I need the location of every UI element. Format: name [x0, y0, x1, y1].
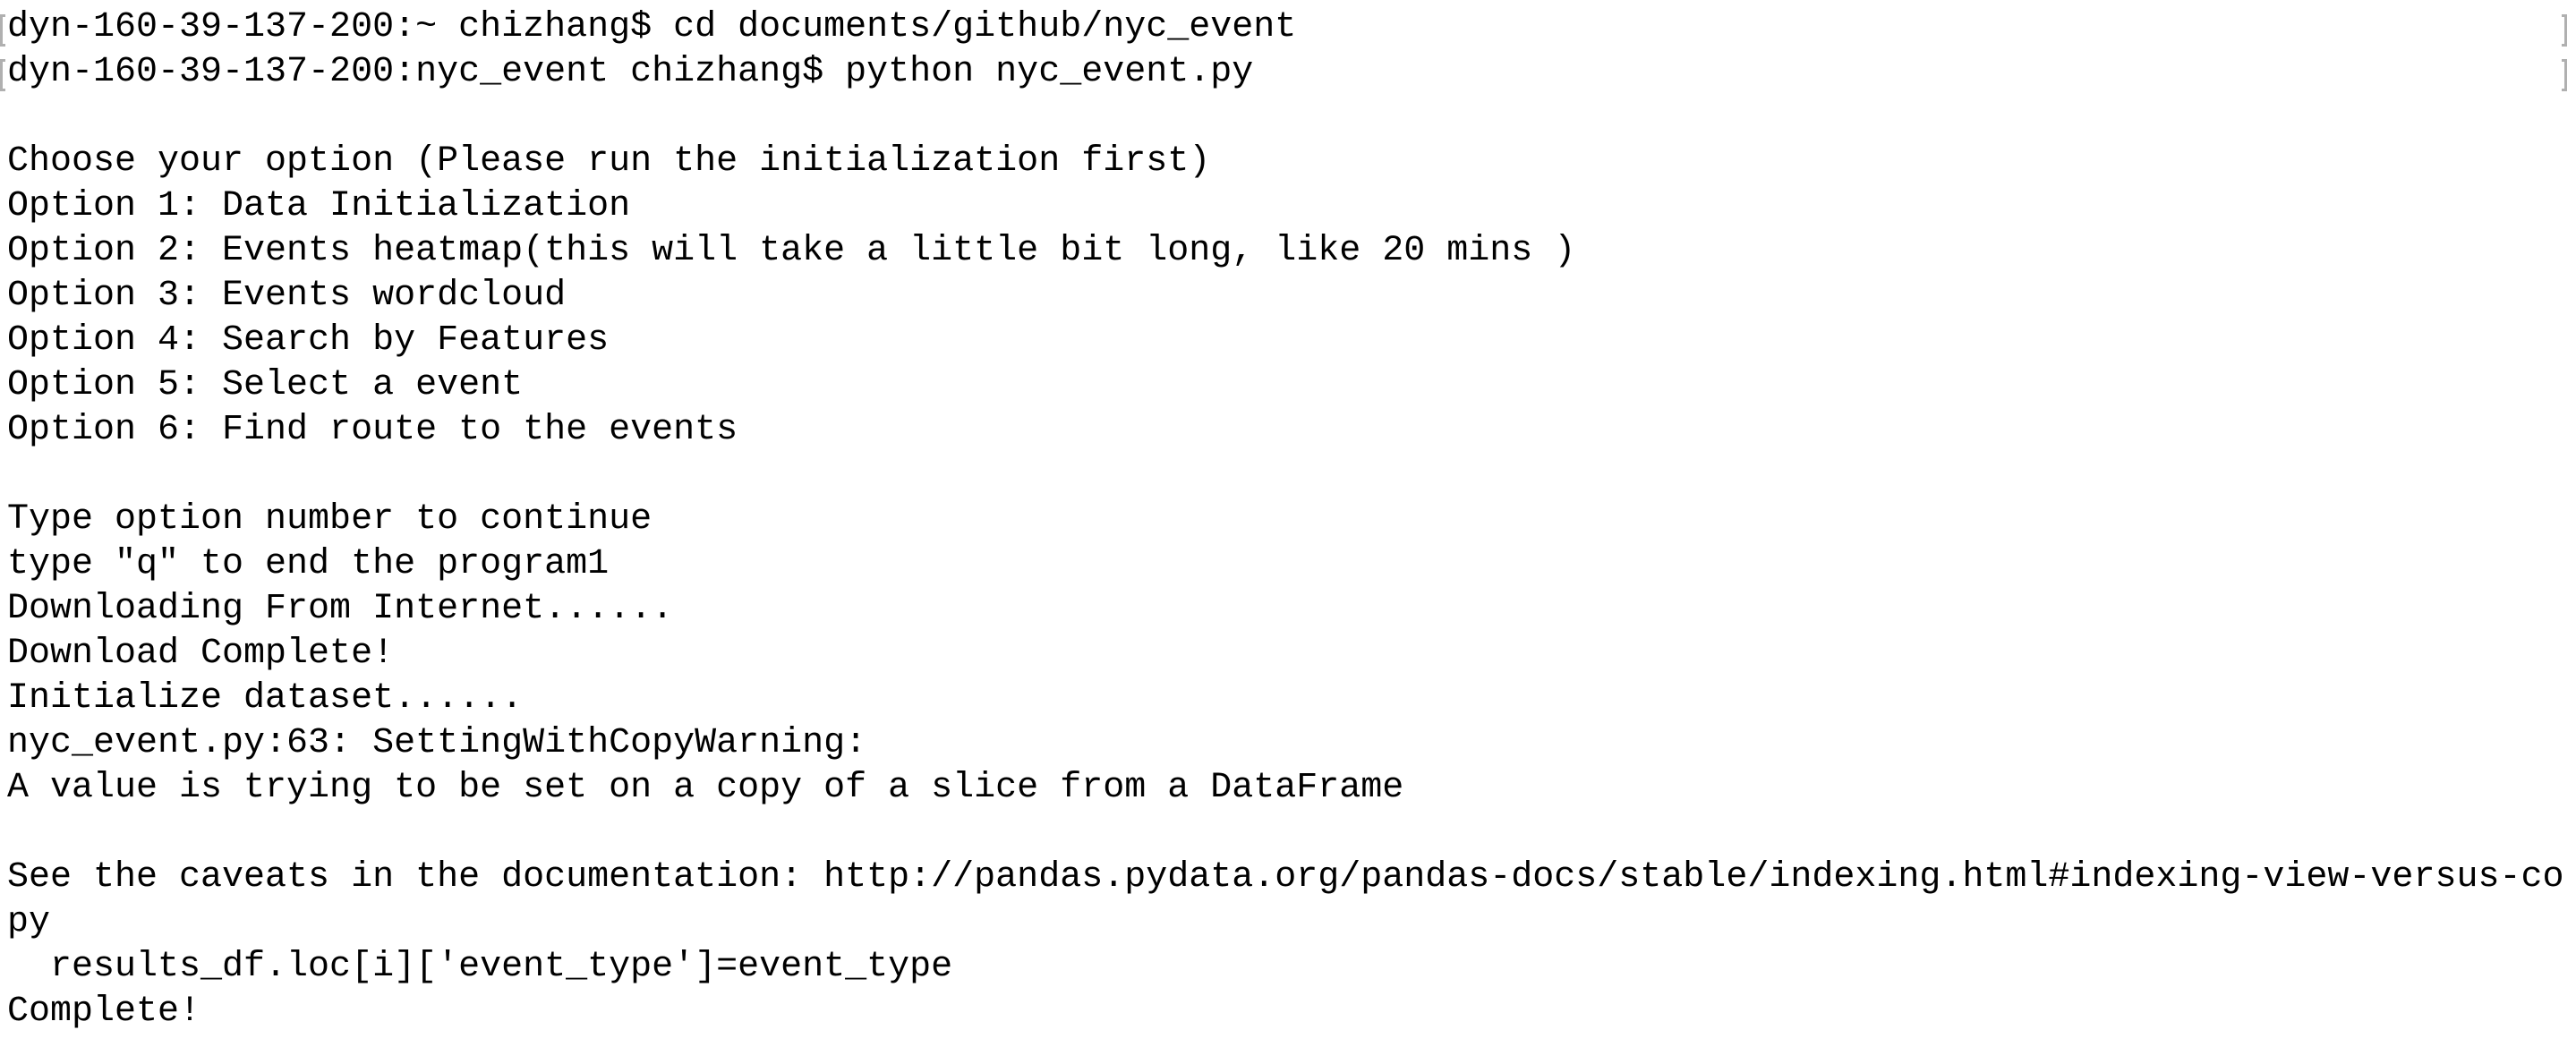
terminal-line-command: dyn-160-39-137-200:nyc_event chizhang$ p…: [0, 50, 2576, 95]
terminal-line: Choose your option (Please run the initi…: [7, 141, 1211, 182]
terminal-line: type "q" to end the program1: [7, 544, 610, 584]
prompt-mark-left: [0, 14, 5, 47]
terminal-line: Initialize dataset......: [7, 678, 524, 719]
terminal-line: Option 6: Find route to the events: [7, 410, 738, 450]
terminal-line: Download Complete!: [7, 634, 395, 674]
terminal-line: Type option number to continue: [7, 499, 653, 540]
terminal-line: results_df.loc[i]['event_type']=event_ty…: [7, 947, 953, 987]
terminal-line: Downloading From Internet......: [7, 589, 674, 629]
terminal-line: Option 2: Events heatmap(this will take …: [7, 231, 1576, 271]
terminal-line: Option 4: Search by Features: [7, 320, 610, 361]
terminal-line-command: dyn-160-39-137-200:~ chizhang$ cd docume…: [0, 5, 2576, 50]
terminal-line: A value is trying to be set on a copy of…: [7, 768, 1404, 808]
terminal-line: Option 3: Events wordcloud: [7, 276, 567, 316]
terminal-line: Option 1: Data Initialization: [7, 186, 631, 226]
terminal-line: Complete!: [7, 992, 201, 1032]
terminal-line: nyc_event.py:63: SettingWithCopyWarning:: [7, 723, 867, 763]
terminal-output[interactable]: dyn-160-39-137-200:~ chizhang$ cd docume…: [0, 5, 2576, 1034]
terminal-line: See the caveats in the documentation: ht…: [7, 857, 2564, 898]
terminal-line: py: [7, 902, 51, 942]
terminal-line: Option 5: Select a event: [7, 365, 524, 405]
prompt-mark-right: [2562, 14, 2567, 47]
prompt-mark-right: [2562, 59, 2567, 91]
prompt-mark-left: [0, 59, 5, 91]
